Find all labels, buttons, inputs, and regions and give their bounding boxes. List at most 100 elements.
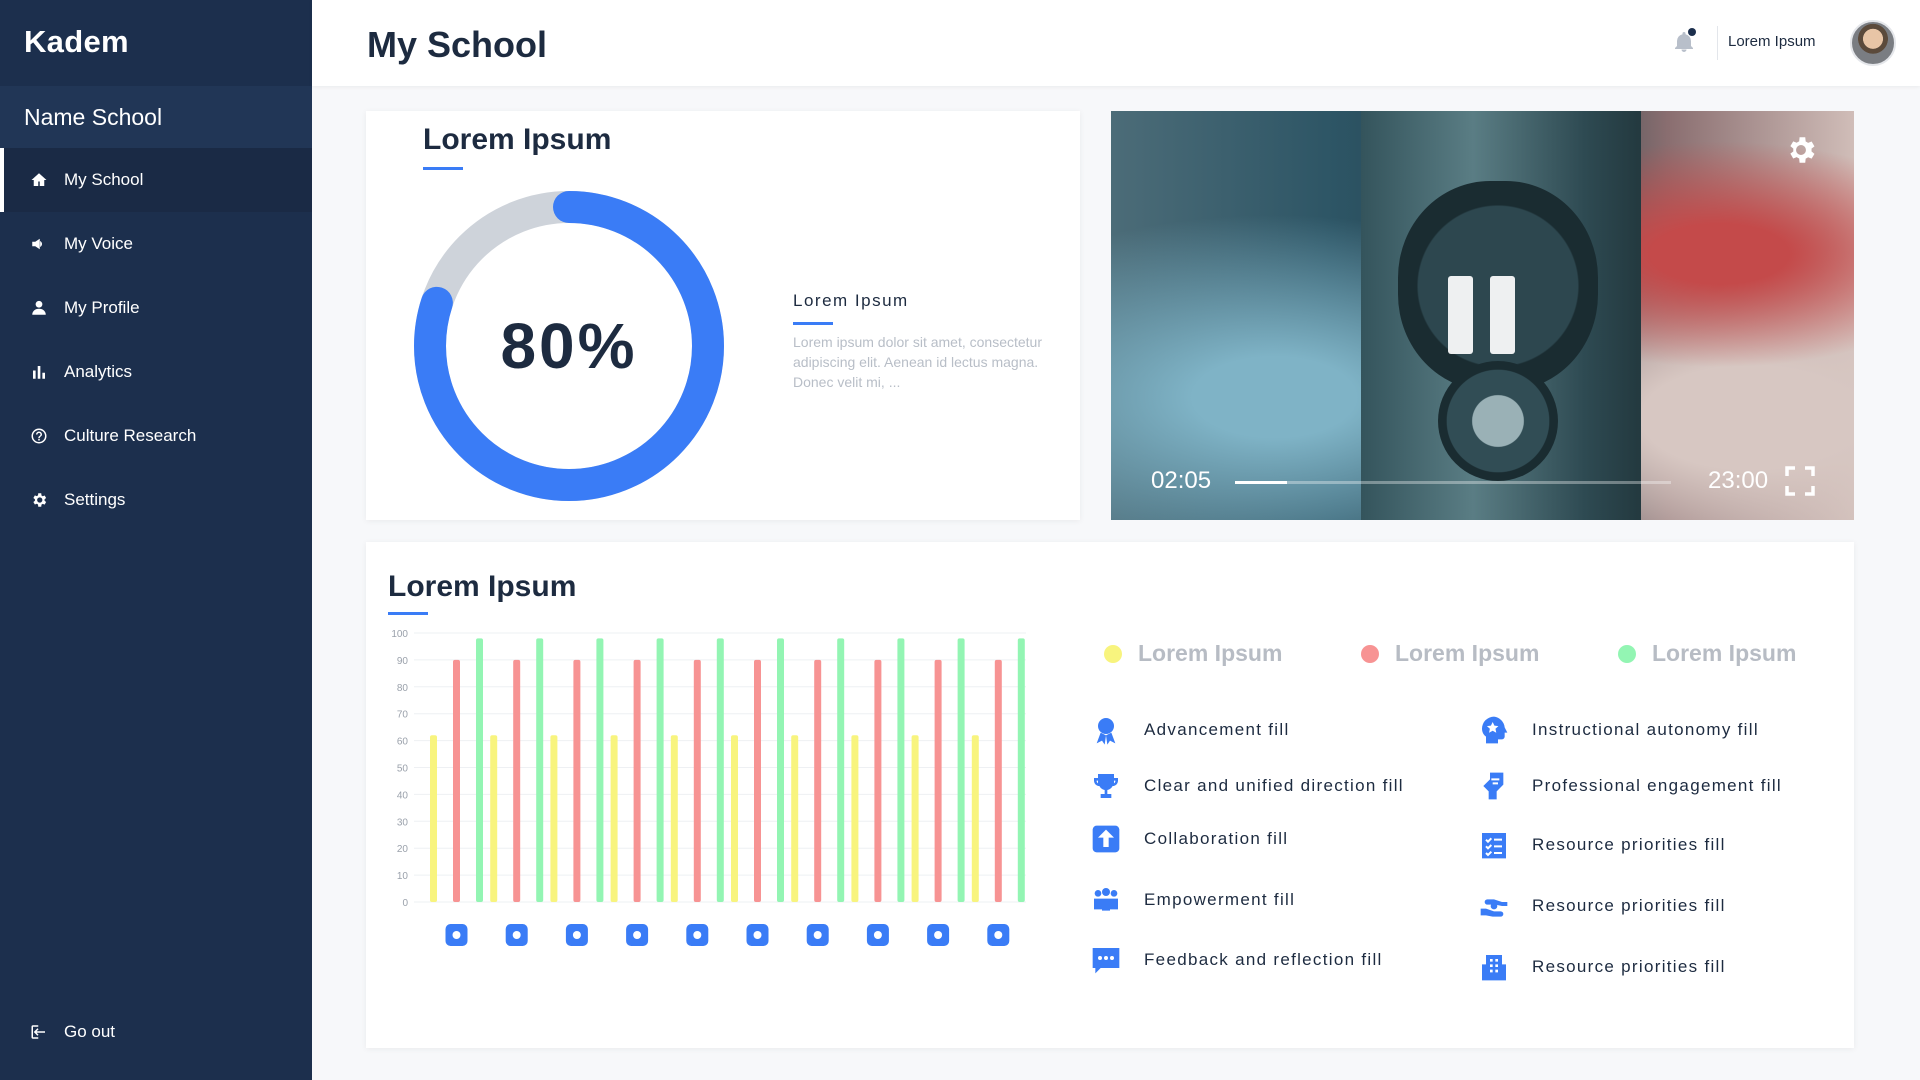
sidebar-item-label: Culture Research bbox=[64, 426, 197, 445]
home-icon bbox=[30, 171, 48, 189]
y-tick-label: 0 bbox=[402, 898, 408, 909]
checklist-icon bbox=[866, 924, 889, 946]
bar bbox=[536, 638, 544, 902]
sidebar-item-label: Analytics bbox=[64, 362, 133, 381]
bar bbox=[911, 735, 919, 902]
summary-title: Lorem Ipsum bbox=[423, 123, 612, 156]
legend-label: Lorem Ipsum bbox=[1652, 640, 1797, 666]
bar bbox=[716, 638, 724, 902]
bar bbox=[476, 638, 483, 902]
y-tick-label: 70 bbox=[397, 710, 409, 721]
award-icon bbox=[445, 924, 468, 946]
building-icon bbox=[987, 924, 1010, 946]
sidebar-item-my-school[interactable]: My School bbox=[0, 148, 312, 212]
bar bbox=[573, 659, 581, 902]
feature-label: Professional engagement fill bbox=[1532, 776, 1782, 795]
bar bbox=[957, 638, 965, 902]
video-player[interactable]: 02:05 23:00 bbox=[1111, 111, 1854, 520]
bar bbox=[596, 638, 604, 902]
y-tick-label: 90 bbox=[397, 656, 409, 667]
video-duration: 23:00 bbox=[1708, 467, 1769, 494]
sidebar-item-label: My Profile bbox=[64, 298, 140, 317]
trophy-icon bbox=[505, 924, 528, 946]
bar bbox=[656, 638, 664, 902]
legend-item: Lorem Ipsum bbox=[1104, 640, 1282, 667]
award-icon bbox=[1088, 712, 1124, 748]
feature-resource-priorities-3: Resource priorities fill bbox=[1476, 949, 1726, 985]
bar-chart-icon bbox=[30, 363, 48, 381]
group-icon bbox=[1088, 882, 1124, 918]
bar bbox=[897, 638, 905, 902]
chat-icon bbox=[686, 924, 709, 946]
bar bbox=[814, 659, 822, 902]
bar bbox=[791, 735, 799, 902]
page-title: My School bbox=[367, 24, 548, 65]
bar bbox=[731, 735, 738, 902]
feature-label: Clear and unified direction fill bbox=[1144, 776, 1404, 795]
sidebar-item-analytics[interactable]: Analytics bbox=[0, 340, 312, 404]
sidebar-item-label: My School bbox=[64, 170, 144, 189]
topbar: My School Lorem Ipsum bbox=[312, 0, 1920, 86]
pause-button[interactable] bbox=[1448, 276, 1518, 354]
bar bbox=[994, 659, 1002, 902]
feature-instructional-autonomy: Instructional autonomy fill bbox=[1476, 712, 1759, 748]
legend-swatch-yellow bbox=[1104, 644, 1122, 663]
y-tick-label: 50 bbox=[397, 764, 409, 775]
bar bbox=[430, 735, 437, 902]
fullscreen-icon bbox=[1785, 466, 1815, 496]
feature-resource-priorities-2: Resource priorities fill bbox=[1476, 888, 1726, 924]
header-divider bbox=[1717, 26, 1718, 60]
bar bbox=[633, 659, 641, 902]
sidebar-item-my-profile[interactable]: My Profile bbox=[0, 276, 312, 340]
bar bbox=[837, 638, 845, 902]
bar bbox=[550, 735, 558, 902]
bar bbox=[693, 659, 701, 902]
logout-icon bbox=[30, 1023, 48, 1041]
hand-care-icon bbox=[927, 924, 950, 946]
video-settings-button[interactable] bbox=[1784, 133, 1818, 167]
bar bbox=[754, 659, 761, 902]
gear-icon bbox=[30, 491, 48, 509]
legend-label: Lorem Ipsum bbox=[1395, 640, 1540, 666]
bar bbox=[453, 659, 460, 902]
checklist-icon bbox=[1476, 827, 1512, 863]
avatar[interactable] bbox=[1850, 20, 1896, 66]
feature-advancement: Advancement fill bbox=[1088, 712, 1290, 748]
feature-label: Advancement fill bbox=[1144, 720, 1290, 739]
bar bbox=[1017, 638, 1025, 902]
sidebar-item-my-voice[interactable]: My Voice bbox=[0, 212, 312, 276]
legend-label: Lorem Ipsum bbox=[1138, 640, 1283, 666]
notification-button[interactable] bbox=[1672, 28, 1696, 56]
y-tick-label: 40 bbox=[397, 790, 409, 801]
building-icon bbox=[1476, 949, 1512, 985]
handshake-icon bbox=[1476, 768, 1512, 804]
feature-professional-engagement: Professional engagement fill bbox=[1476, 768, 1782, 804]
sidebar-item-settings[interactable]: Settings bbox=[0, 468, 312, 532]
user-icon bbox=[30, 299, 48, 317]
logout-button[interactable]: Go out bbox=[0, 1012, 312, 1052]
video-progress-bar[interactable] bbox=[1235, 481, 1671, 484]
megaphone-icon bbox=[30, 235, 48, 253]
user-name[interactable]: Lorem Ipsum bbox=[1728, 33, 1816, 50]
y-tick-label: 30 bbox=[397, 817, 409, 828]
legend-item: Lorem Ipsum bbox=[1361, 640, 1539, 667]
summary-title-underline bbox=[423, 167, 463, 170]
star-head-icon bbox=[746, 924, 769, 946]
bar bbox=[490, 735, 498, 902]
bar bbox=[670, 735, 678, 902]
y-tick-label: 80 bbox=[397, 683, 409, 694]
fullscreen-button[interactable] bbox=[1784, 465, 1816, 497]
video-frame-button bbox=[1438, 361, 1558, 481]
star-head-icon bbox=[1476, 712, 1512, 748]
legend-swatch-green bbox=[1618, 644, 1636, 663]
legend-item: Lorem Ipsum bbox=[1618, 640, 1796, 667]
analysis-title-underline bbox=[388, 612, 428, 615]
sidebar-item-culture-research[interactable]: Culture Research bbox=[0, 404, 312, 468]
feature-label: Resource priorities fill bbox=[1532, 835, 1726, 854]
sidebar: Kadem Name School My School My Voice My … bbox=[0, 0, 312, 1080]
bar bbox=[971, 735, 979, 902]
hand-care-icon bbox=[1476, 888, 1512, 924]
group-icon bbox=[626, 924, 649, 946]
pause-icon bbox=[1448, 276, 1473, 354]
chat-icon bbox=[1088, 942, 1124, 978]
